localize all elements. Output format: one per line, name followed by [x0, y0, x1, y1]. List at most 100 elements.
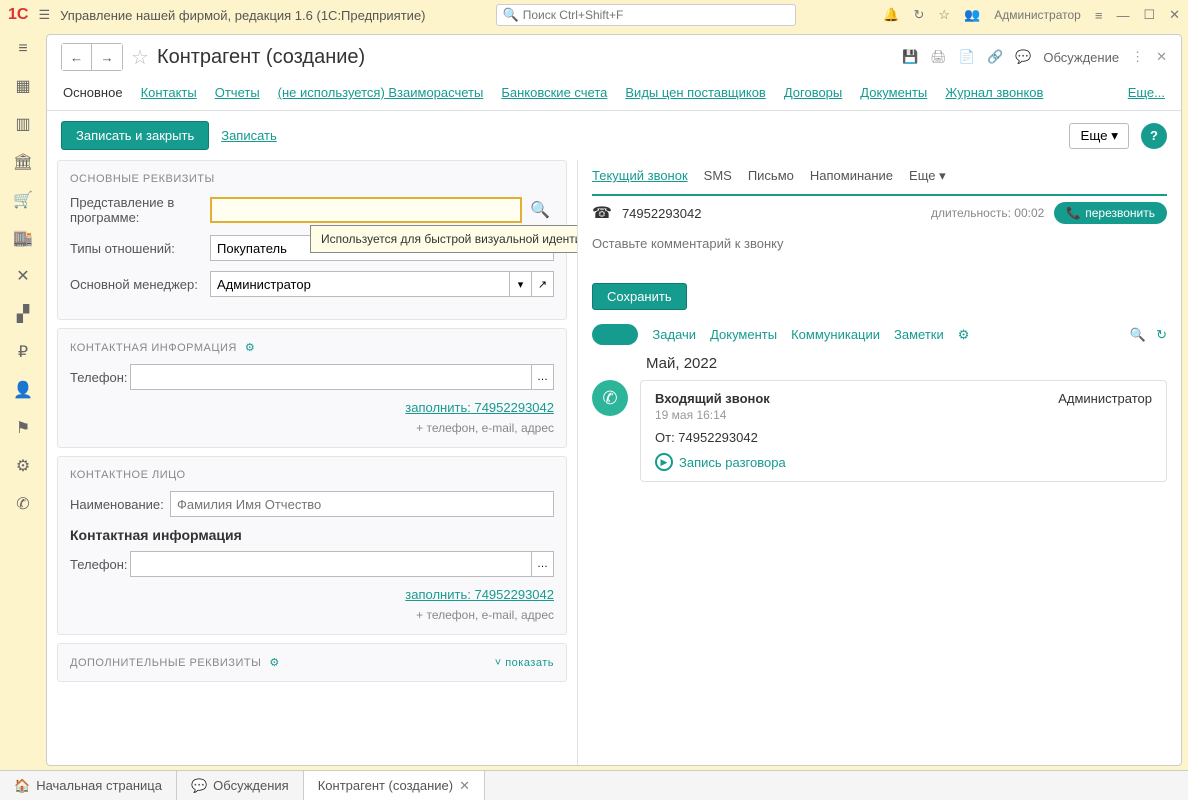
- recording-link[interactable]: ▶ Запись разговора: [655, 453, 1152, 471]
- cname-input[interactable]: [170, 491, 554, 517]
- current-user[interactable]: Администратор: [994, 8, 1081, 22]
- tab-contracts[interactable]: Договоры: [784, 85, 842, 100]
- minimize-icon[interactable]: —: [1116, 8, 1129, 23]
- rail-phone-icon[interactable]: ✆: [16, 494, 29, 514]
- rail-menu-icon[interactable]: ≡: [18, 40, 27, 58]
- tab-documents[interactable]: Документы: [860, 85, 927, 100]
- maximize-icon[interactable]: ☐: [1143, 7, 1155, 23]
- chat-icon[interactable]: 💬: [1015, 49, 1031, 65]
- name-input[interactable]: [210, 197, 522, 223]
- doc-icon[interactable]: 📄: [959, 49, 975, 65]
- btab-counterparty[interactable]: Контрагент (создание) ✕: [304, 771, 485, 800]
- filter-all[interactable]: Все: [592, 324, 638, 345]
- rtab-more[interactable]: Еще ▾: [909, 168, 946, 184]
- close-panel-icon[interactable]: ✕: [1156, 49, 1167, 65]
- play-icon: ▶: [655, 453, 673, 471]
- link-icon[interactable]: 🔗: [987, 49, 1003, 65]
- kebab-icon[interactable]: ⋮: [1131, 49, 1144, 65]
- add-contact-link[interactable]: + телефон, e-mail, адрес: [70, 421, 554, 435]
- rail-person-icon[interactable]: 👤: [13, 380, 33, 400]
- rail-money-icon[interactable]: ₽: [18, 342, 28, 362]
- filter-gear-icon[interactable]: ⚙: [958, 327, 970, 343]
- rail-store-icon[interactable]: 🏬: [13, 228, 33, 248]
- fill-phone-link[interactable]: заполнить: 74952293042: [405, 400, 554, 415]
- filter-docs[interactable]: Документы: [710, 327, 777, 342]
- tab-bank[interactable]: Банковские счета: [501, 85, 607, 100]
- mgr-open-icon[interactable]: ↗: [532, 271, 554, 297]
- tab-reports[interactable]: Отчеты: [215, 85, 260, 100]
- rail-building-icon[interactable]: 🏛: [13, 152, 33, 172]
- search-icon: 🔍: [503, 7, 519, 23]
- btab-home[interactable]: 🏠 Начальная страница: [0, 771, 177, 800]
- tab-more[interactable]: Еще...: [1128, 85, 1165, 100]
- users-icon[interactable]: 👥: [964, 7, 980, 23]
- close-window-icon[interactable]: ✕: [1169, 7, 1180, 23]
- help-icon[interactable]: ?: [1141, 123, 1167, 149]
- rail-calendar-icon[interactable]: ▥: [15, 114, 30, 134]
- show-extra-link[interactable]: ˅ показать: [495, 657, 554, 669]
- nav-forward-button[interactable]: →: [92, 44, 122, 70]
- name-search-icon[interactable]: 🔍: [526, 196, 554, 224]
- rtab-call[interactable]: Текущий звонок: [592, 168, 688, 184]
- section-main-title: ОСНОВНЫЕ РЕКВИЗИТЫ: [70, 173, 554, 185]
- menu-icon[interactable]: ☰: [38, 7, 50, 23]
- phone2-more-icon[interactable]: …: [532, 551, 554, 577]
- filter-comm[interactable]: Коммуникации: [791, 327, 880, 342]
- tab-contacts[interactable]: Контакты: [141, 85, 197, 100]
- rtab-remind[interactable]: Напоминание: [810, 168, 893, 184]
- contact-gear-icon[interactable]: ⚙: [245, 341, 255, 354]
- btab-discuss[interactable]: 💬 Обсуждения: [177, 771, 304, 800]
- feed-refresh-icon[interactable]: ↻: [1156, 327, 1167, 343]
- save-close-button[interactable]: Записать и закрыть: [61, 121, 209, 150]
- rtab-mail[interactable]: Письмо: [748, 168, 794, 184]
- phone-more-icon[interactable]: …: [532, 364, 554, 390]
- rail-chart-icon[interactable]: ▞: [17, 304, 29, 324]
- rail-tools-icon[interactable]: ✕: [16, 266, 29, 286]
- tab-prices[interactable]: Виды цен поставщиков: [625, 85, 765, 100]
- fill-phone2-link[interactable]: заполнить: 74952293042: [405, 587, 554, 602]
- add-contact2-link[interactable]: + телефон, e-mail, адрес: [70, 608, 554, 622]
- mgr-label: Основной менеджер:: [70, 277, 210, 292]
- feed-search-icon[interactable]: 🔍: [1130, 327, 1146, 343]
- rtab-sms[interactable]: SMS: [704, 168, 732, 184]
- entity-tabs: Основное Контакты Отчеты (не используетс…: [47, 79, 1181, 111]
- rail-gear-icon[interactable]: ⚙: [16, 456, 30, 476]
- filter-notes[interactable]: Заметки: [894, 327, 944, 342]
- rail-flag-icon[interactable]: ⚑: [16, 418, 30, 438]
- mgr-dropdown-icon[interactable]: ▾: [510, 271, 532, 297]
- rel-label: Типы отношений:: [70, 241, 210, 256]
- save-button[interactable]: Записать: [221, 128, 277, 143]
- btab-close-icon[interactable]: ✕: [459, 778, 470, 794]
- save-icon[interactable]: 💾: [902, 49, 918, 65]
- mgr-input[interactable]: [210, 271, 510, 297]
- global-search-input[interactable]: [523, 8, 789, 22]
- section-person-title: КОНТАКТНОЕ ЛИЦО: [70, 469, 554, 481]
- more-button[interactable]: Еще ▾: [1069, 123, 1129, 149]
- settings-icon[interactable]: ≡: [1095, 8, 1103, 23]
- bell-icon[interactable]: 🔔: [883, 7, 899, 23]
- filter-tasks[interactable]: Задачи: [652, 327, 696, 342]
- save-comment-button[interactable]: Сохранить: [592, 283, 687, 310]
- section-contact-title: КОНТАКТНАЯ ИНФОРМАЦИЯ: [70, 342, 237, 354]
- history-icon[interactable]: ↻: [914, 7, 925, 23]
- print-icon[interactable]: 🖨: [930, 49, 947, 65]
- phone2-label: Телефон:: [70, 557, 130, 572]
- extra-gear-icon[interactable]: ⚙: [269, 656, 279, 669]
- phone2-input[interactable]: [130, 551, 532, 577]
- phone-input[interactable]: [130, 364, 532, 390]
- discuss-label[interactable]: Обсуждение: [1043, 50, 1119, 65]
- tab-settlements[interactable]: (не используется) Взаиморасчеты: [278, 85, 484, 100]
- app-title: Управление нашей фирмой, редакция 1.6 (1…: [60, 8, 425, 23]
- rail-cart-icon[interactable]: 🛒: [13, 190, 33, 210]
- feed-card[interactable]: Входящий звонок Администратор 19 мая 16:…: [640, 380, 1167, 482]
- star-icon[interactable]: ☆: [938, 7, 950, 23]
- tab-calls[interactable]: Журнал звонков: [945, 85, 1043, 100]
- rail-home-icon[interactable]: ▦: [15, 76, 30, 96]
- nav-back-button[interactable]: ←: [62, 44, 92, 70]
- tab-main[interactable]: Основное: [63, 85, 123, 100]
- favorite-icon[interactable]: ☆: [131, 45, 149, 70]
- global-search[interactable]: 🔍: [496, 4, 796, 26]
- phone-label: Телефон:: [70, 370, 130, 385]
- callback-button[interactable]: 📞 перезвонить: [1054, 202, 1167, 224]
- comment-input[interactable]: [592, 230, 1167, 280]
